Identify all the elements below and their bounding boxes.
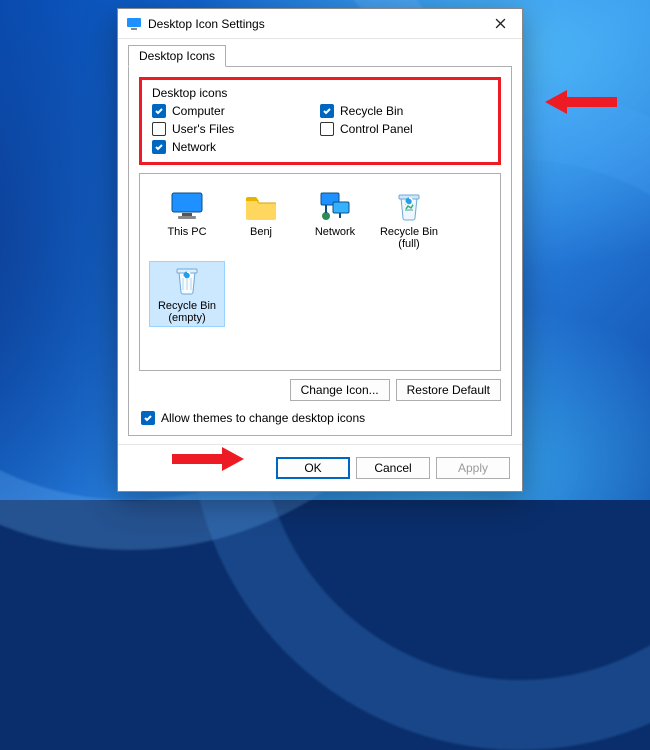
checkbox-label: Network [172,140,216,154]
icon-preview-pane: This PC Benj Network Recycle Bin (full) Recy… [139,173,501,371]
checkbox-label: Allow themes to change desktop icons [161,411,365,425]
preview-icon[interactable]: This PC [150,188,224,252]
preview-icon-label: Recycle Bin (full) [380,226,438,250]
desktop-icons-group: Desktop icons Computer Recycle Bin User'… [139,77,501,165]
preview-icon[interactable]: Recycle Bin (full) [372,188,446,252]
group-label: Desktop icons [152,86,488,100]
app-icon [126,16,142,32]
ok-button[interactable]: OK [276,457,350,479]
tab-desktop-icons[interactable]: Desktop Icons [128,45,226,67]
tabstrip: Desktop Icons [128,45,512,67]
checkbox-label: User's Files [172,122,234,136]
monitor-icon [169,190,205,222]
dialog-title: Desktop Icon Settings [148,17,484,31]
preview-icon[interactable]: Network [298,188,372,252]
checkbox-label: Recycle Bin [340,104,403,118]
checkbox-network[interactable]: Network [152,140,320,154]
checkbox-control-panel[interactable]: Control Panel [320,122,488,136]
close-button[interactable] [484,13,516,35]
checkbox-box [320,104,334,118]
cancel-button[interactable]: Cancel [356,457,430,479]
checkbox-allow-themes[interactable]: Allow themes to change desktop icons [141,411,501,425]
preview-icon[interactable]: Recycle Bin (empty) [150,262,224,326]
titlebar: Desktop Icon Settings [118,9,522,39]
checkbox-box [141,411,155,425]
checkbox-recycle-bin[interactable]: Recycle Bin [320,104,488,118]
change-icon-button[interactable]: Change Icon... [290,379,390,401]
apply-button[interactable]: Apply [436,457,510,479]
dialog-footer: OK Cancel Apply [118,444,522,491]
bin-full-icon [391,190,427,222]
checkbox-box [152,140,166,154]
network-icon [317,190,353,222]
preview-icon-label: Benj [250,226,272,238]
checkbox-box [320,122,334,136]
checkbox-computer[interactable]: Computer [152,104,320,118]
checkbox-box [152,104,166,118]
checkbox-label: Computer [172,104,225,118]
preview-icon-label: This PC [167,226,206,238]
desktop-icon-settings-dialog: Desktop Icon Settings Desktop Icons Desk… [117,8,523,492]
tab-panel: Desktop icons Computer Recycle Bin User'… [128,67,512,436]
checkbox-users-files[interactable]: User's Files [152,122,320,136]
bin-empty-icon [169,264,205,296]
preview-icon[interactable]: Benj [224,188,298,252]
restore-default-button[interactable]: Restore Default [396,379,501,401]
checkbox-box [152,122,166,136]
preview-icon-label: Recycle Bin (empty) [158,300,216,324]
folder-icon [243,190,279,222]
preview-icon-label: Network [315,226,355,238]
checkbox-label: Control Panel [340,122,413,136]
